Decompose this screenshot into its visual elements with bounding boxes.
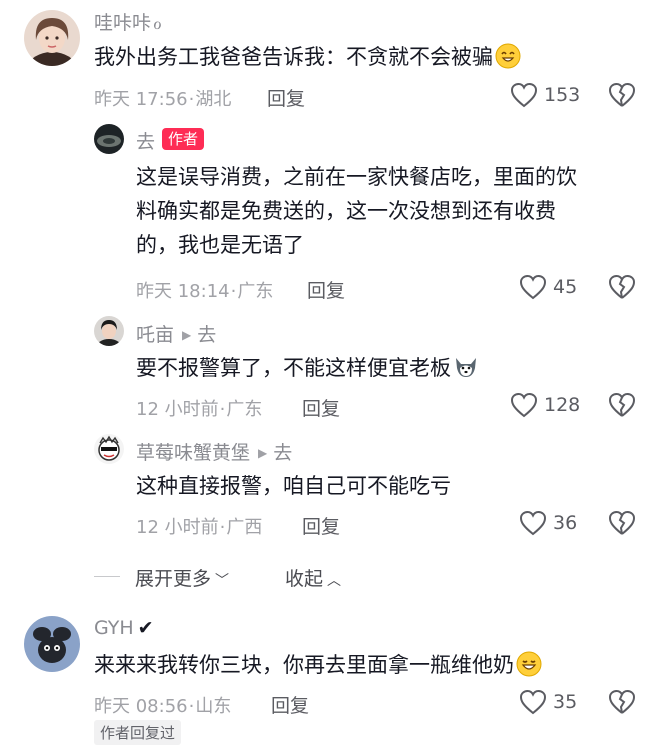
comment-username[interactable]: 吒亩 ▶ 去 xyxy=(136,320,216,347)
avatar[interactable] xyxy=(94,434,124,464)
reply-button[interactable]: 回复 xyxy=(307,276,345,303)
avatar[interactable] xyxy=(24,10,80,66)
like-button[interactable]: 36 xyxy=(519,510,577,536)
comment-meta: 12 小时前·广西 xyxy=(136,517,263,538)
author-badge: 作者 xyxy=(162,128,205,150)
comment-text: 这种直接报警，咱自己可不能吃亏 xyxy=(136,474,451,498)
like-count: 128 xyxy=(544,394,581,416)
reply-arrow-icon: ▶ xyxy=(182,328,192,342)
broken-heart-icon xyxy=(608,689,636,714)
like-count: 153 xyxy=(544,84,581,106)
avatar[interactable] xyxy=(24,616,80,672)
broken-heart-icon xyxy=(608,510,636,535)
grin-emoji xyxy=(516,651,542,677)
chevron-up-icon: ︿ xyxy=(327,573,342,589)
heart-icon xyxy=(519,274,547,300)
comment-text: 我外出务工我爸爸告诉我：不贪就不会被骗 xyxy=(94,40,521,74)
like-button[interactable]: 45 xyxy=(519,274,577,300)
comment-username[interactable]: 草莓味蟹黄堡 ▶ 去 xyxy=(136,438,292,465)
comment-username[interactable]: GYH ✔ xyxy=(94,617,154,639)
dislike-button[interactable] xyxy=(608,510,636,540)
broken-heart-icon xyxy=(608,82,636,107)
like-count: 35 xyxy=(553,691,578,713)
author-replied-tag: 作者回复过 xyxy=(94,720,182,745)
broken-heart-icon xyxy=(608,392,636,417)
heart-icon xyxy=(510,82,538,108)
like-count: 36 xyxy=(553,512,578,534)
like-button[interactable]: 128 xyxy=(510,392,580,418)
dislike-button[interactable] xyxy=(608,689,636,719)
comment-meta: 昨天 17:56·湖北 xyxy=(94,89,232,110)
username-text: 哇咔咔 xyxy=(94,12,152,34)
reply-button[interactable]: 回复 xyxy=(302,394,340,421)
thread-divider xyxy=(94,576,120,577)
heart-icon xyxy=(510,392,538,418)
comment-username[interactable]: 去 xyxy=(136,127,155,154)
comment-text: 这是误导消费，之前在一家快餐店吃，里面的饮 料确实都是免费送的，这一次没想到还有… xyxy=(136,165,577,257)
heart-icon xyxy=(519,510,547,536)
expand-more-button[interactable]: 展开更多 ﹀ xyxy=(135,564,229,591)
chevron-down-icon: ﹀ xyxy=(215,573,230,589)
broken-heart-icon xyxy=(608,274,636,299)
verified-icon: ✔ xyxy=(137,617,154,639)
avatar[interactable] xyxy=(94,316,124,346)
dislike-button[interactable] xyxy=(608,392,636,422)
comment-text: 来来来我转你三块，你再去里面拿一瓶维他奶 xyxy=(94,648,542,682)
dislike-button[interactable] xyxy=(608,274,636,304)
reply-button[interactable]: 回复 xyxy=(302,512,340,539)
username-suffix-icon: ℴ xyxy=(153,12,162,34)
comment-meta: 昨天 08:56·山东 xyxy=(94,696,232,717)
avatar[interactable] xyxy=(94,124,124,154)
like-button[interactable]: 35 xyxy=(519,689,577,715)
reply-button[interactable]: 回复 xyxy=(267,84,305,111)
collapse-button[interactable]: 收起 ︿ xyxy=(285,564,341,591)
comment-meta: 昨天 18:14·广东 xyxy=(136,281,274,302)
reply-button[interactable]: 回复 xyxy=(271,691,309,718)
reply-arrow-icon: ▶ xyxy=(258,446,268,460)
comment-username[interactable]: 哇咔咔 ℴ xyxy=(94,8,162,35)
comment-meta: 12 小时前·广东 xyxy=(136,399,263,420)
dislike-button[interactable] xyxy=(608,82,636,112)
comment-text: 要不报警算了，不能这样便宜老板 xyxy=(136,351,479,385)
heart-icon xyxy=(519,689,547,715)
like-count: 45 xyxy=(553,276,578,298)
smile-emoji xyxy=(495,43,521,69)
like-button[interactable]: 153 xyxy=(510,82,580,108)
husky-emoji xyxy=(456,358,476,377)
